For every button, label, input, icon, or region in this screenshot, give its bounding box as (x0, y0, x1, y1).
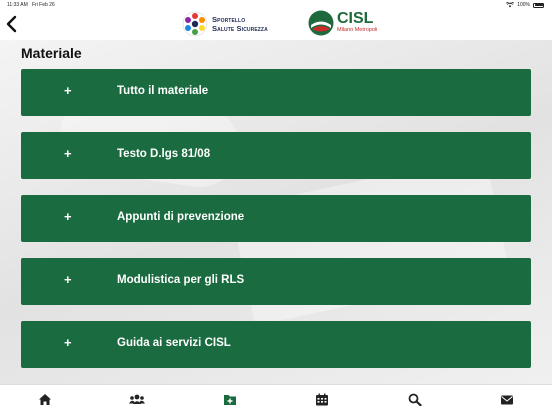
battery-percentage: 100% (517, 2, 530, 8)
expand-icon: + (64, 209, 72, 224)
material-item-dlgs[interactable]: + Testo D.lgs 81/08 (21, 132, 531, 179)
app-header: Sportello Salute Sicurezza CISL Milano M… (0, 10, 552, 40)
cisl-brand: CISL (337, 10, 374, 27)
status-bar: 11:33 AM Fri Feb 26 100% (0, 0, 552, 10)
material-item-guida[interactable]: + Guida ai servizi CISL (21, 321, 531, 368)
material-item-label: Testo D.lgs 81/08 (117, 148, 211, 160)
page-title: Materiale (21, 45, 82, 61)
material-item-label: Appunti di prevenzione (117, 211, 245, 223)
folder-plus-icon[interactable] (223, 393, 237, 406)
cisl-logo: CISL Milano Metropoli (308, 10, 377, 38)
material-item-label: Tutto il materiale (117, 85, 209, 97)
chevron-left-icon[interactable] (4, 15, 20, 33)
material-item-modulistica[interactable]: + Modulistica per gli RLS (21, 258, 531, 305)
home-icon[interactable] (38, 393, 52, 406)
status-time: 11:33 AM Fri Feb 26 (7, 2, 55, 8)
status-right: 100% (506, 2, 544, 8)
calendar-icon[interactable] (315, 393, 329, 406)
material-item-label: Modulistica per gli RLS (117, 274, 245, 286)
sportello-line2: Salute Sicurezza (212, 24, 268, 33)
sportello-logo: Sportello Salute Sicurezza (182, 11, 268, 37)
tab-bar (0, 384, 552, 414)
envelope-icon[interactable] (500, 393, 514, 406)
users-icon[interactable] (129, 393, 145, 406)
main-content: Materiale + Tutto il materiale + Testo D… (0, 40, 552, 384)
material-item-label: Guida ai servizi CISL (117, 337, 231, 349)
wifi-icon (506, 2, 515, 8)
search-icon[interactable] (408, 393, 422, 406)
cisl-subtitle: Milano Metropoli (337, 27, 378, 33)
sportello-line1: Sportello (212, 15, 246, 24)
material-item-tutto[interactable]: + Tutto il materiale (21, 69, 531, 116)
cisl-emblem-icon (308, 10, 334, 36)
expand-icon: + (64, 146, 72, 161)
material-item-appunti[interactable]: + Appunti di prevenzione (21, 195, 531, 242)
expand-icon: + (64, 335, 72, 350)
sportello-emblem-icon (182, 11, 208, 37)
battery-icon (533, 2, 544, 8)
expand-icon: + (64, 272, 72, 287)
expand-icon: + (64, 83, 72, 98)
